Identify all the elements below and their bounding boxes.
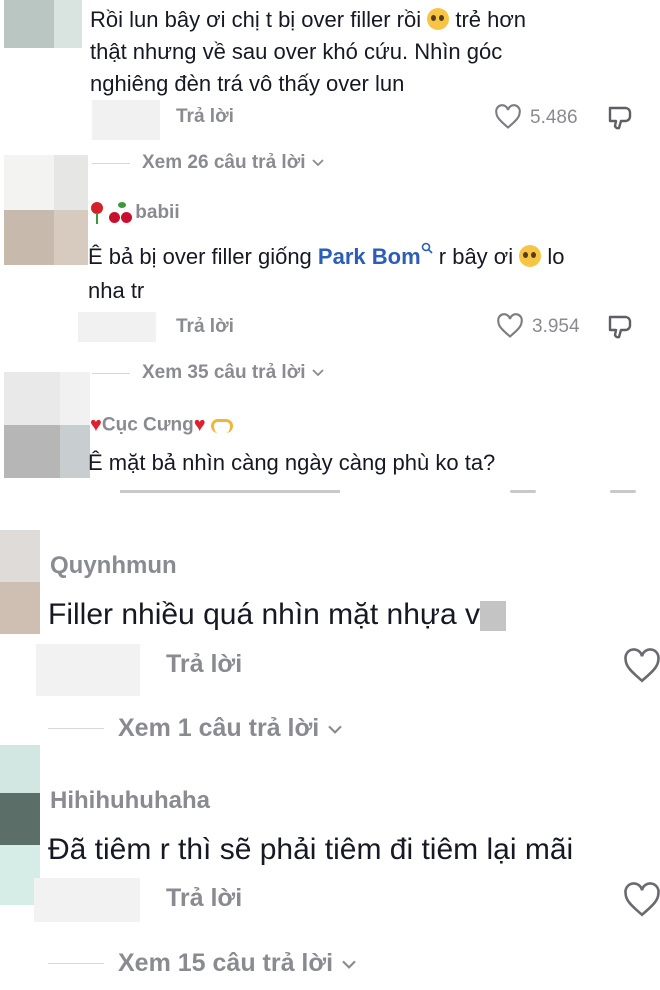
like-button[interactable] <box>494 104 522 135</box>
view-replies-button[interactable]: Xem 15 câu trả lời <box>118 949 358 978</box>
search-icon[interactable] <box>421 242 433 256</box>
chevron-down-icon <box>328 725 342 734</box>
red-heart-emoji: ♥ <box>90 414 102 436</box>
dislike-button[interactable] <box>606 104 636 137</box>
chevron-down-icon <box>312 369 324 377</box>
divider <box>0 498 660 528</box>
like-button[interactable] <box>496 313 524 344</box>
comment-text: Filler nhiều quá nhìn mặt nhựa v <box>48 595 506 635</box>
park-bom-link[interactable]: Park Bom <box>318 242 433 269</box>
heart-icon[interactable] <box>622 648 660 684</box>
reply-button[interactable]: Trả lời <box>166 884 242 913</box>
reply-avatar-blur <box>92 100 160 140</box>
comment-text: Ê mặt bả nhìn càng ngày càng phù ko ta? <box>88 450 496 475</box>
like-count: 5.486 <box>530 107 578 128</box>
avatar[interactable] <box>4 0 82 48</box>
cut-off-row <box>90 490 650 498</box>
comment-text: Rồi lun bây ơi chị t bị over filler rồi … <box>90 7 527 96</box>
pleading-face-emoji <box>427 8 450 31</box>
view-replies-line <box>92 373 130 374</box>
reply-button[interactable]: Trả lời <box>166 650 242 679</box>
comment-username[interactable]: babii <box>90 202 180 224</box>
text-blur <box>480 601 506 632</box>
avatar[interactable] <box>4 372 90 478</box>
cherries-emoji <box>109 202 135 224</box>
avatar[interactable] <box>4 155 88 265</box>
reply-avatar-blur <box>36 644 140 696</box>
reply-button[interactable]: Trả lời <box>176 106 234 128</box>
heart-icon[interactable] <box>494 104 522 130</box>
reply-avatar-blur <box>34 878 140 922</box>
view-replies-line <box>92 163 130 164</box>
heart-icon[interactable] <box>496 313 524 339</box>
pleading-face-emoji <box>519 245 542 268</box>
chevron-down-icon <box>312 159 324 167</box>
comment-username[interactable]: Quynhmun <box>50 552 177 580</box>
view-replies-line <box>48 728 104 729</box>
view-replies-button[interactable]: Xem 1 câu trả lời <box>118 714 344 743</box>
comment-username[interactable]: Hihihuhuhaha <box>50 787 210 815</box>
view-replies-button[interactable]: Xem 26 câu trả lời <box>142 152 325 174</box>
comment-username[interactable]: ♥Cục Cưng♥ <box>90 414 233 437</box>
heart-hands-emoji <box>210 418 233 433</box>
dislike-icon[interactable] <box>606 104 636 132</box>
view-replies-line <box>48 963 104 964</box>
heart-icon[interactable] <box>622 882 660 918</box>
comment-text: Đã tiêm r thì sẽ phải tiêm đi tiêm lại m… <box>48 833 574 866</box>
view-replies-button[interactable]: Xem 35 câu trả lời <box>142 362 325 384</box>
comment-text: Ê bả bị over filler giống Park Bom r bây… <box>88 242 565 303</box>
dislike-icon[interactable] <box>606 313 636 341</box>
like-button[interactable] <box>622 648 660 689</box>
like-button[interactable] <box>622 882 660 923</box>
rose-emoji <box>90 202 104 224</box>
like-count: 3.954 <box>532 316 580 337</box>
red-heart-emoji: ♥ <box>193 414 206 436</box>
chevron-down-icon <box>342 960 356 969</box>
avatar[interactable] <box>0 530 40 634</box>
reply-avatar-blur <box>78 312 156 342</box>
dislike-button[interactable] <box>606 313 636 346</box>
reply-button[interactable]: Trả lời <box>176 316 234 338</box>
